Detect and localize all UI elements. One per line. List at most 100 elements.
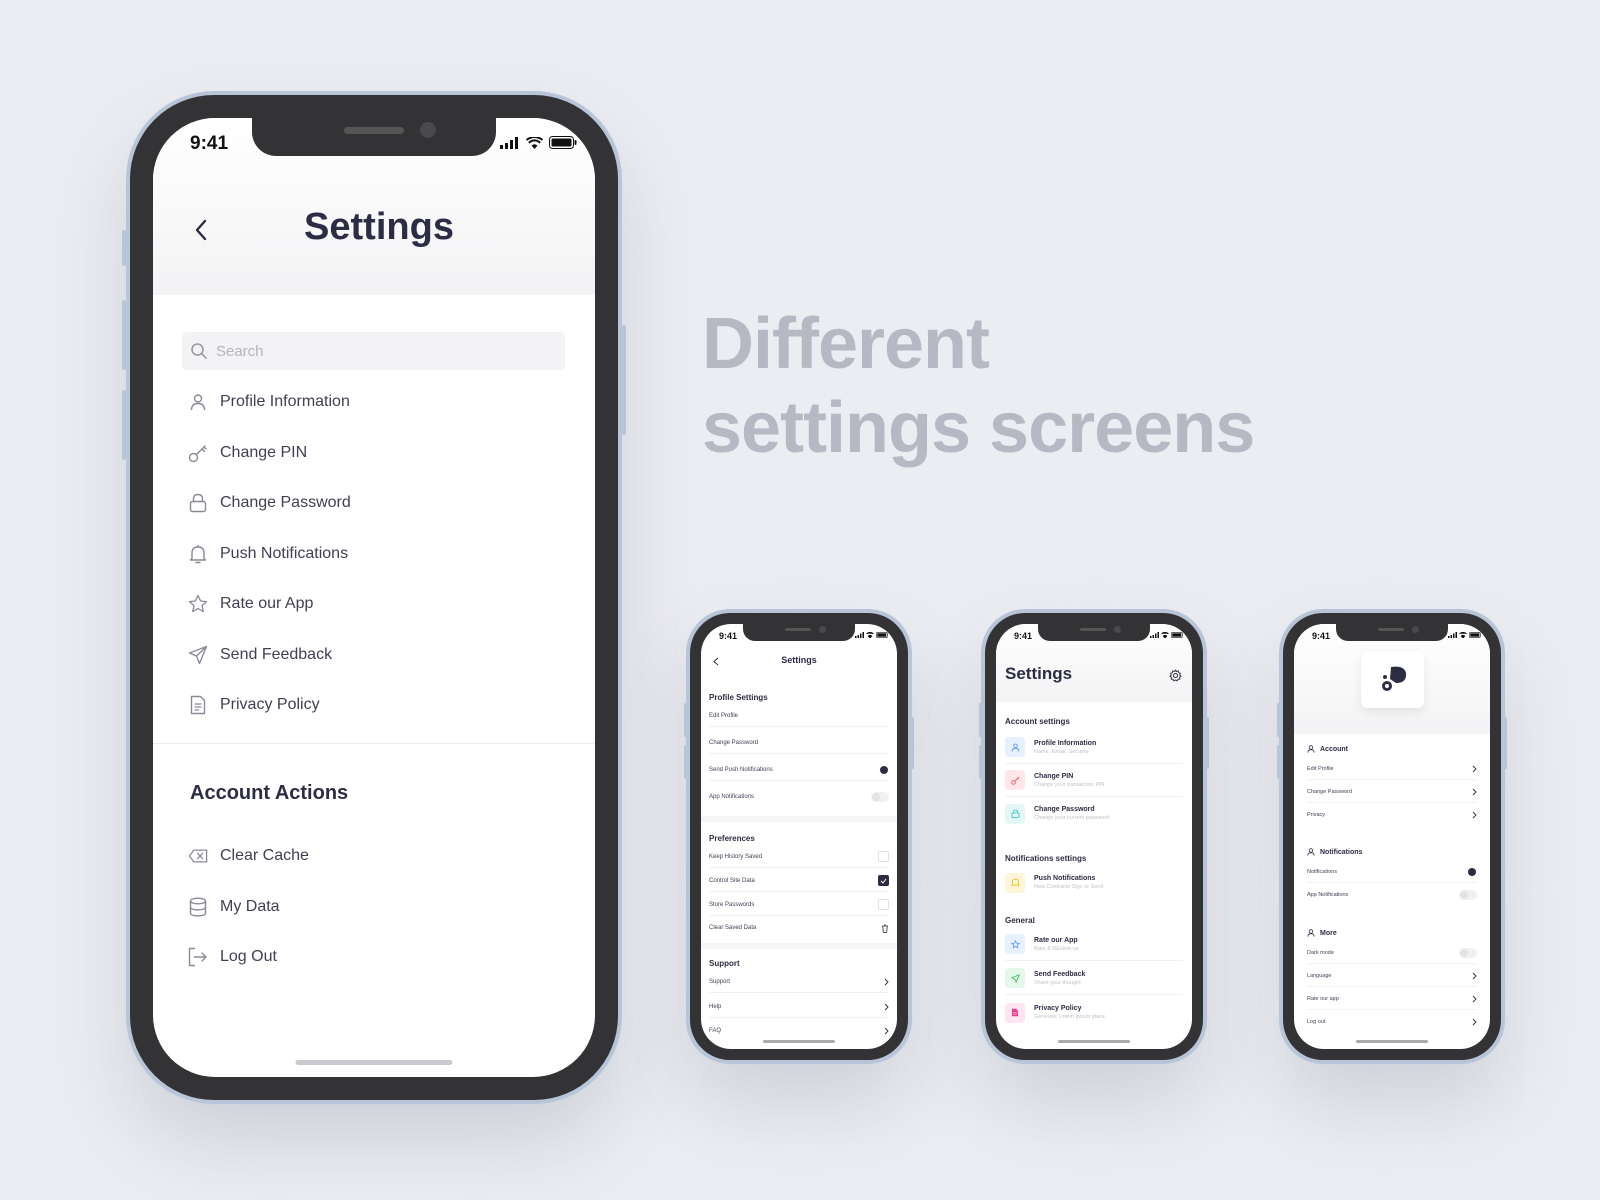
- row-faq[interactable]: FAQ: [709, 1020, 889, 1042]
- notch: [743, 624, 855, 641]
- row-send-push-notifications[interactable]: Send Push Notifications: [709, 759, 889, 781]
- headline-line-2: settings screens: [702, 388, 1255, 468]
- row-change-pin[interactable]: Change PIN Change your transaction PIN: [1005, 764, 1183, 797]
- search-bar[interactable]: [182, 332, 565, 370]
- trash-icon[interactable]: [881, 924, 889, 933]
- toggle-off[interactable]: [1459, 890, 1477, 900]
- row-privacy[interactable]: Privacy: [1307, 804, 1477, 826]
- row-change-password[interactable]: Change Password Change your current passw…: [1005, 797, 1183, 830]
- checkbox-unchecked[interactable]: [878, 851, 889, 862]
- row-label: FAQ: [709, 1028, 722, 1034]
- action-log-out[interactable]: Log Out: [188, 932, 568, 983]
- settings-item-send-feedback[interactable]: Send Feedback: [188, 630, 568, 681]
- status-bar-icons: [855, 632, 889, 638]
- user-icon: [1307, 745, 1315, 753]
- row-store-passwords[interactable]: Store Passwords: [709, 894, 889, 916]
- bell-icon: [188, 544, 208, 564]
- status-time: 9:41: [1014, 631, 1033, 641]
- row-push-notifications[interactable]: Push Notifications New Contracts Sign or …: [1005, 866, 1183, 899]
- row-subtitle: Share your thought: [1034, 979, 1081, 986]
- row-privacy-policy[interactable]: Privacy Policy Generate Lorem ipsum place: [1005, 996, 1183, 1029]
- section-title-account-actions: Account Actions: [190, 782, 349, 804]
- lock-icon: [188, 493, 208, 513]
- status-bar-icons: [1448, 632, 1482, 638]
- row-clear-saved-data[interactable]: Clear Saved Data: [709, 917, 889, 939]
- row-change-password[interactable]: Change Password: [709, 732, 889, 754]
- row-app-notifications[interactable]: App Notifications: [1307, 884, 1477, 906]
- row-dark-mode[interactable]: Dark mode: [1307, 942, 1477, 964]
- action-clear-cache[interactable]: Clear Cache: [188, 831, 568, 882]
- row-label: Log out: [1307, 1019, 1326, 1025]
- home-indicator[interactable]: [295, 1060, 453, 1065]
- row-language[interactable]: Language: [1307, 965, 1477, 987]
- row-log-out[interactable]: Log out: [1307, 1011, 1477, 1033]
- row-subtitle: New Contracts Sign or Send: [1034, 884, 1104, 890]
- volume-down-button: [684, 745, 687, 779]
- row-profile-information[interactable]: Profile Information Name, Email, Security: [1005, 731, 1183, 764]
- chevron-right-icon: [1472, 788, 1477, 795]
- row-edit-profile[interactable]: Edit Profile: [1307, 758, 1477, 780]
- row-support[interactable]: Support: [709, 971, 889, 993]
- row-edit-profile[interactable]: Edit Profile: [709, 705, 889, 727]
- home-indicator[interactable]: [763, 1040, 835, 1043]
- signal-icon: [500, 136, 518, 149]
- camera: [819, 626, 826, 633]
- row-title: Change PIN: [1034, 772, 1074, 780]
- notch: [1038, 624, 1150, 641]
- settings-item-change-password[interactable]: Change Password: [188, 478, 568, 529]
- search-input[interactable]: [216, 342, 536, 360]
- speaker: [1080, 628, 1106, 631]
- page-title: Settings: [781, 655, 817, 665]
- row-control-site-data[interactable]: Control Site Data: [709, 870, 889, 892]
- star-icon: [1005, 934, 1025, 954]
- row-keep-history-saved[interactable]: Keep History Saved: [709, 846, 889, 868]
- home-indicator[interactable]: [1058, 1040, 1130, 1043]
- section-title-account-settings: Account settings: [1005, 717, 1070, 726]
- settings-item-profile-information[interactable]: Profile Information: [188, 377, 568, 428]
- notch: [1336, 624, 1448, 641]
- power-button: [1206, 717, 1209, 769]
- settings-item-label: Send Feedback: [220, 645, 333, 663]
- row-rate-our-app[interactable]: Rate our App Rate & REview us: [1005, 928, 1183, 961]
- bell-icon: [1005, 872, 1025, 893]
- row-label: Support: [709, 978, 731, 985]
- home-indicator[interactable]: [1356, 1040, 1428, 1043]
- database-icon: [188, 897, 208, 917]
- user-icon: [188, 392, 208, 412]
- check-icon: [880, 878, 887, 884]
- account-actions-list: Clear Cache My Data Log Out: [188, 831, 568, 983]
- settings-item-rate-our-app[interactable]: Rate our App: [188, 579, 568, 630]
- action-label: Clear Cache: [220, 847, 309, 865]
- chevron-right-icon: [1472, 765, 1477, 772]
- settings-item-privacy-policy[interactable]: Privacy Policy: [188, 680, 568, 731]
- row-send-feedback[interactable]: Send Feedback Share your thought: [1005, 962, 1183, 995]
- settings-item-push-notifications[interactable]: Push Notifications: [188, 529, 568, 580]
- row-rate-our-app[interactable]: Rate our app: [1307, 988, 1477, 1010]
- volume-down-button: [1277, 745, 1280, 779]
- row-title: Send Feedback: [1034, 970, 1086, 978]
- row-app-notifications[interactable]: App Notifications: [709, 786, 889, 808]
- row-help[interactable]: Help: [709, 996, 889, 1018]
- battery-icon: [1469, 632, 1481, 638]
- row-notifications[interactable]: Notifications: [1307, 861, 1477, 883]
- volume-up-button: [979, 703, 982, 737]
- section-notifications: Notifications: [1307, 848, 1362, 856]
- settings-item-change-pin[interactable]: Change PIN: [188, 428, 568, 479]
- toggle-on[interactable]: [1459, 867, 1477, 877]
- signal-icon: [1150, 632, 1159, 638]
- row-title: Rate our App: [1034, 936, 1078, 944]
- checkbox-unchecked[interactable]: [878, 899, 889, 910]
- checkbox-checked[interactable]: [878, 875, 889, 886]
- settings-item-label: Change Password: [220, 494, 351, 512]
- toggle-off[interactable]: [1459, 947, 1477, 958]
- wifi-icon: [1161, 632, 1169, 638]
- settings-item-label: Profile Information: [220, 393, 350, 411]
- volume-down-button: [979, 745, 982, 779]
- row-change-password[interactable]: Change Password: [1307, 781, 1477, 803]
- action-my-data[interactable]: My Data: [188, 882, 568, 933]
- toggle-on[interactable]: [871, 765, 889, 775]
- section-title: Notifications: [1320, 848, 1363, 856]
- toggle-off[interactable]: [871, 792, 889, 802]
- gear-icon[interactable]: [1169, 669, 1182, 682]
- battery-icon: [549, 136, 577, 149]
